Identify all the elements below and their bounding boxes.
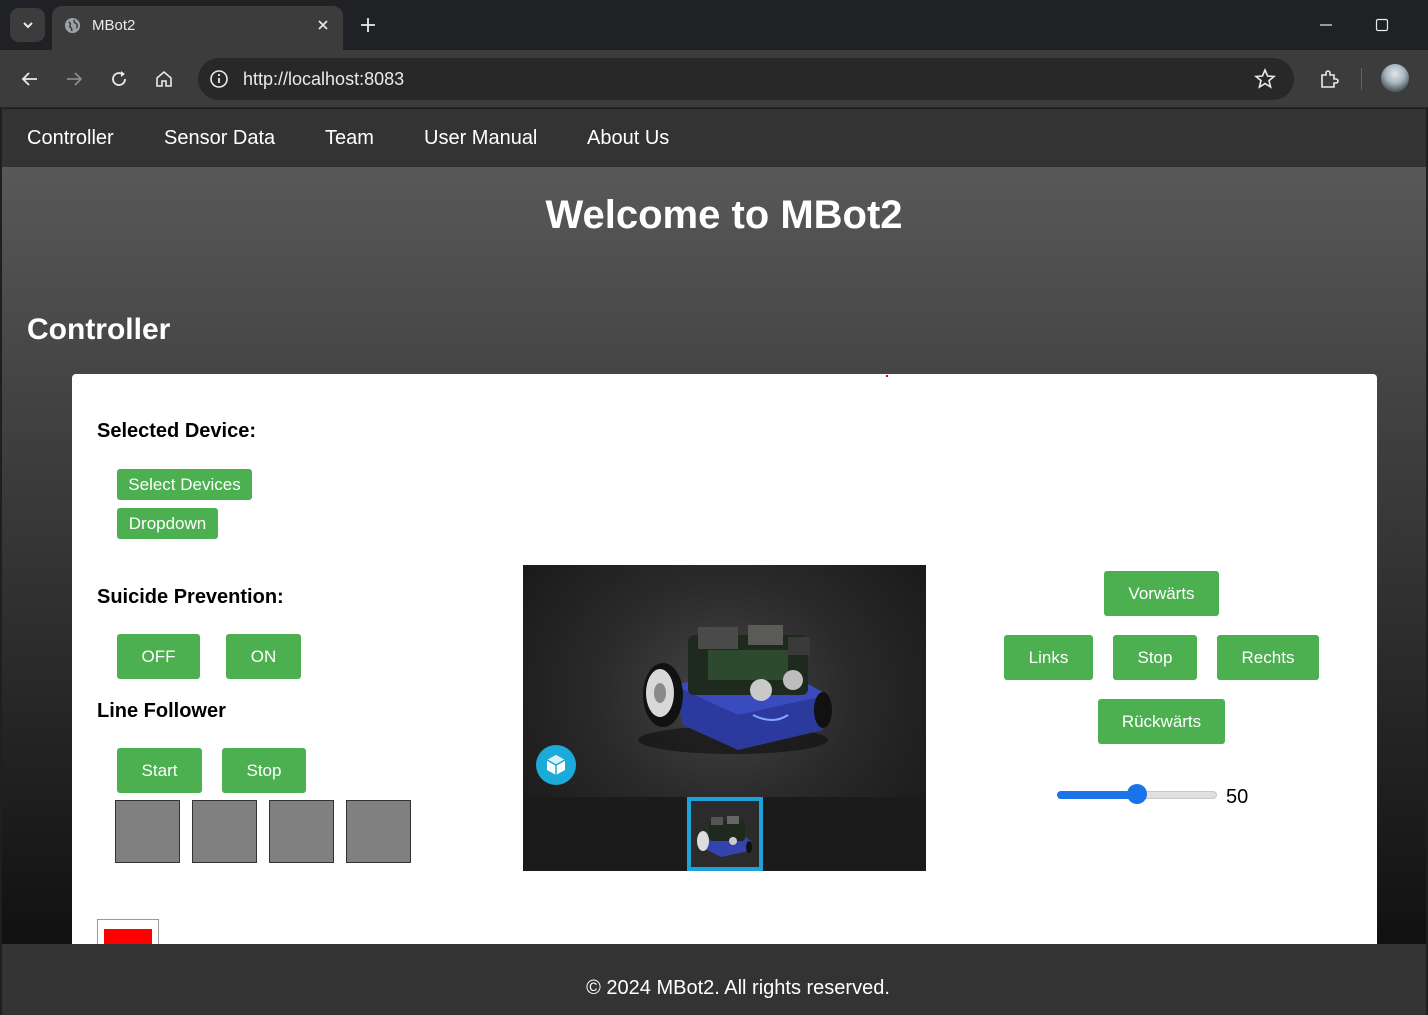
nav-about-us[interactable]: About Us [587, 127, 669, 150]
line-follower-label: Line Follower [97, 700, 226, 722]
line-sensor-4 [346, 800, 411, 863]
welcome-heading: Welcome to MBot2 [545, 193, 903, 237]
browser-toolbar: http://localhost:8083 [0, 50, 1428, 108]
sketchfab-logo-icon[interactable] [536, 745, 576, 785]
right-button[interactable]: Rechts [1217, 635, 1319, 680]
backward-button[interactable]: Rückwärts [1098, 699, 1225, 744]
forward-arrow-icon[interactable] [59, 64, 89, 94]
robot-thumbnail-image [697, 816, 752, 857]
speed-slider[interactable] [1057, 784, 1217, 804]
line-follower-stop-button[interactable]: Stop [222, 748, 306, 793]
url-text[interactable]: http://localhost:8083 [243, 69, 404, 90]
nav-user-manual[interactable]: User Manual [424, 127, 537, 150]
speed-slider-thumb[interactable] [1127, 784, 1147, 804]
viewer-thumbnail-strip [523, 797, 926, 871]
forward-button[interactable]: Vorwärts [1104, 571, 1219, 616]
profile-avatar[interactable] [1381, 64, 1409, 92]
back-arrow-icon[interactable] [15, 64, 45, 94]
footer: © 2024 MBot2. All rights reserved. [2, 944, 1426, 1015]
suicide-prevention-label: Suicide Prevention: [97, 586, 284, 608]
robot-3d-viewer[interactable] [523, 565, 926, 871]
tab-search-button[interactable] [10, 8, 45, 42]
drive-stop-button[interactable]: Stop [1113, 635, 1197, 680]
toolbar-divider [1361, 68, 1362, 90]
home-icon[interactable] [149, 64, 179, 94]
new-tab-icon[interactable] [355, 12, 381, 38]
close-tab-icon[interactable] [313, 15, 333, 35]
controller-card: Selected Device: Select Devices Dropdown… [72, 374, 1377, 974]
left-button[interactable]: Links [1004, 635, 1093, 680]
site-info-icon[interactable] [208, 68, 230, 90]
chevron-down-icon [22, 22, 33, 29]
robot-model-image [638, 625, 832, 754]
web-page: Controller Sensor Data Team User Manual … [2, 109, 1426, 1015]
decorative-dot [886, 375, 888, 377]
tab-title: MBot2 [92, 17, 136, 34]
line-follower-start-button[interactable]: Start [117, 748, 202, 793]
nav-sensor-data[interactable]: Sensor Data [164, 127, 275, 150]
extensions-puzzle-icon[interactable] [1314, 64, 1344, 94]
address-bar[interactable]: http://localhost:8083 [198, 58, 1294, 100]
speed-value: 50 [1226, 786, 1249, 808]
bookmark-star-icon[interactable] [1253, 67, 1277, 91]
model-thumbnail[interactable] [687, 797, 763, 871]
selected-device-label: Selected Device: [97, 420, 256, 442]
line-sensor-3 [269, 800, 334, 863]
browser-tabstrip: MBot2 [0, 0, 1428, 50]
globe-icon [64, 17, 81, 34]
speed-slider-fill [1057, 791, 1137, 799]
select-devices-button[interactable]: Select Devices [117, 469, 252, 500]
dropdown-button[interactable]: Dropdown [117, 508, 218, 539]
suicide-prevention-on-button[interactable]: ON [226, 634, 301, 679]
maximize-icon[interactable] [1371, 14, 1393, 36]
reload-icon[interactable] [104, 64, 134, 94]
nav-team[interactable]: Team [325, 127, 374, 150]
footer-copyright: © 2024 MBot2. All rights reserved. [586, 977, 890, 999]
suicide-prevention-off-button[interactable]: OFF [117, 634, 200, 679]
top-nav: Controller Sensor Data Team User Manual … [2, 109, 1426, 167]
browser-tab[interactable]: MBot2 [52, 6, 343, 50]
controller-heading: Controller [27, 313, 171, 346]
nav-controller[interactable]: Controller [27, 127, 114, 150]
minimize-icon[interactable] [1315, 14, 1337, 36]
line-sensor-2 [192, 800, 257, 863]
line-sensor-1 [115, 800, 180, 863]
